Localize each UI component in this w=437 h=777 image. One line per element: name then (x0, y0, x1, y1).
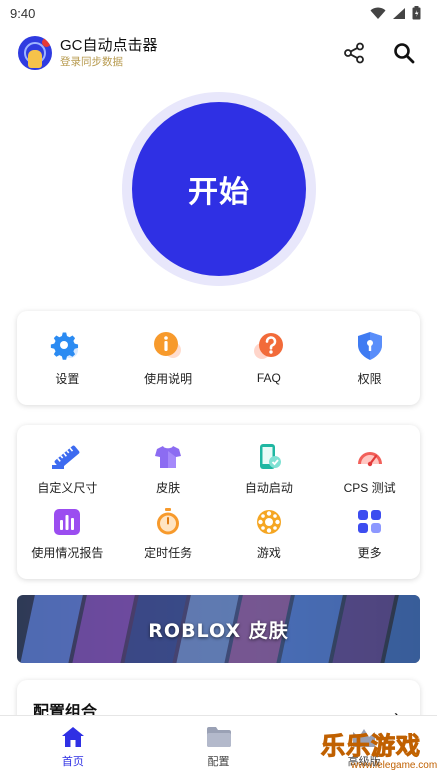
feature-tools-card: 自定义尺寸 皮肤 自动启动 CPS 测试 使用情况报告 定时任务 游戏 更多 (17, 425, 420, 579)
tool-label: 皮肤 (156, 481, 181, 495)
tool-scheduled-task[interactable]: 定时任务 (118, 502, 219, 567)
start-button-ring: 开始 (122, 92, 316, 286)
tool-label: 使用情况报告 (31, 546, 104, 560)
nav-label: 首页 (61, 755, 84, 768)
bottom-nav: 首页 配置 高级版 (0, 715, 437, 777)
tool-label: 自定义尺寸 (37, 481, 98, 495)
wifi-icon (370, 7, 386, 19)
search-icon[interactable] (393, 42, 415, 64)
nav-config[interactable]: 配置 (146, 716, 292, 777)
app-title-block[interactable]: GC自动点击器 登录同步数据 (60, 37, 343, 69)
stopwatch-icon (157, 508, 180, 535)
speedometer-icon (357, 452, 382, 467)
nav-label: 高级版 (347, 755, 381, 768)
home-icon (61, 726, 84, 747)
question-icon (253, 333, 283, 359)
crown-icon (353, 728, 376, 747)
app-bar: GC自动点击器 登录同步数据 (0, 26, 437, 80)
tool-more[interactable]: 更多 (319, 502, 420, 567)
tool-label: FAQ (256, 371, 281, 385)
tool-label: 更多 (357, 546, 382, 560)
shirt-icon (155, 446, 182, 468)
signal-icon (393, 7, 405, 19)
status-time: 9:40 (10, 5, 36, 21)
tool-label: 使用说明 (144, 371, 193, 386)
app-title: GC自动点击器 (60, 37, 158, 54)
gear-icon (51, 332, 79, 360)
nav-label: 配置 (207, 755, 230, 768)
tool-label: CPS 测试 (343, 481, 396, 495)
start-button[interactable]: 开始 (132, 102, 306, 276)
tool-label: 设置 (55, 371, 80, 386)
tool-instructions[interactable]: 使用说明 (118, 311, 219, 405)
tool-games[interactable]: 游戏 (219, 502, 320, 567)
shield-icon (357, 331, 382, 360)
gamepad-icon (256, 510, 281, 534)
tool-label: 定时任务 (144, 546, 193, 560)
tool-label: 权限 (357, 371, 382, 386)
ruler-icon (52, 445, 80, 469)
tool-custom-size[interactable]: 自定义尺寸 (17, 437, 118, 502)
main-tools-card: 设置 使用说明 FAQ 权限 (17, 311, 420, 405)
tool-settings[interactable]: 设置 (17, 311, 118, 405)
phone-auto-icon (259, 444, 281, 469)
tool-label: 游戏 (256, 546, 281, 560)
info-icon (154, 331, 182, 358)
tool-faq[interactable]: FAQ (219, 311, 320, 405)
tool-usage-report[interactable]: 使用情况报告 (17, 502, 118, 567)
grid-icon (357, 510, 381, 533)
tool-permissions[interactable]: 权限 (319, 311, 420, 405)
bar-chart-icon (54, 509, 81, 535)
tool-auto-start[interactable]: 自动启动 (219, 437, 320, 502)
tool-cps-test[interactable]: CPS 测试 (319, 437, 420, 502)
nav-home[interactable]: 首页 (0, 716, 146, 777)
folder-icon (206, 726, 231, 747)
login-sync-link[interactable]: 登录同步数据 (60, 55, 343, 69)
share-icon[interactable] (343, 42, 365, 64)
nav-premium[interactable]: 高级版 (291, 716, 437, 777)
roblox-skin-banner[interactable]: ROBLOX 皮肤 (17, 595, 420, 663)
status-bar: 9:40 (0, 0, 437, 26)
tool-label: 自动启动 (244, 481, 293, 495)
battery-icon (412, 6, 421, 20)
app-logo (18, 36, 52, 70)
tool-skin[interactable]: 皮肤 (118, 437, 219, 502)
banner-title: ROBLOX 皮肤 (148, 619, 289, 642)
